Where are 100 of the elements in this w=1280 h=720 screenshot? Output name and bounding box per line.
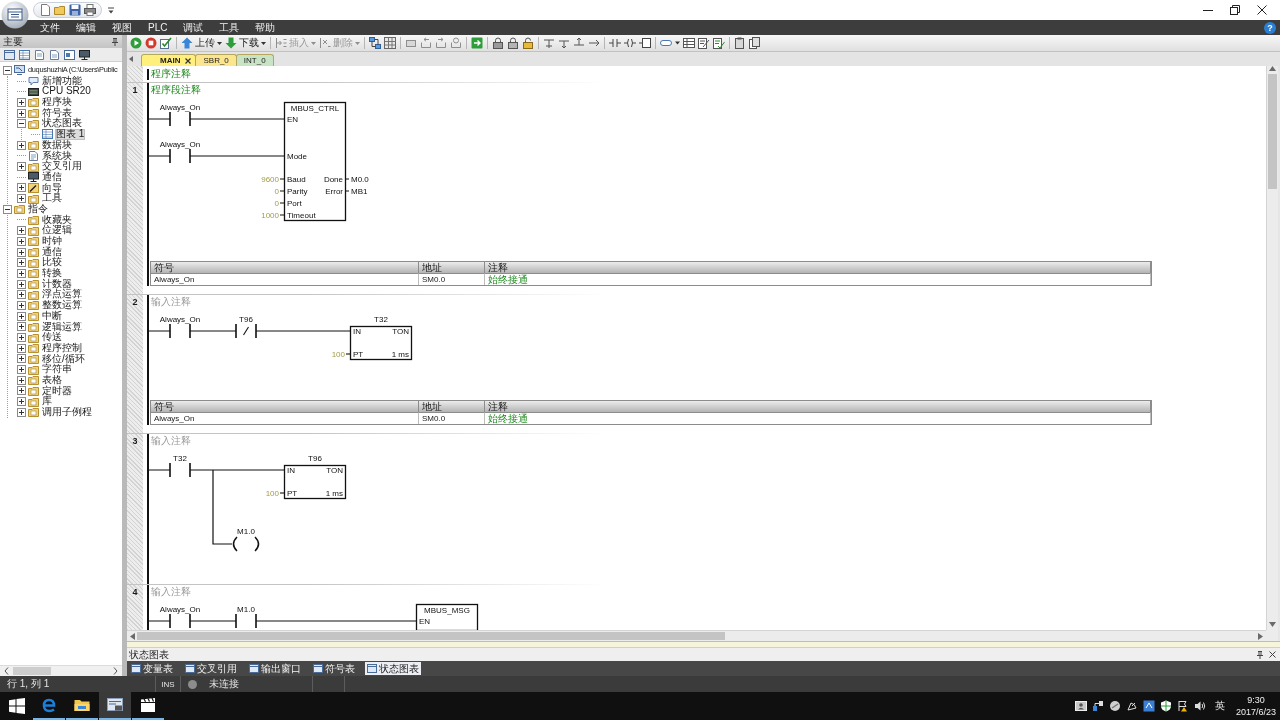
tree-item[interactable]: 向导 bbox=[41, 182, 63, 194]
expand-icon[interactable] bbox=[17, 333, 26, 343]
table-icon[interactable] bbox=[19, 49, 30, 60]
window-icon[interactable] bbox=[64, 49, 75, 60]
rectangle-icon[interactable] bbox=[405, 37, 417, 49]
panel-tab[interactable]: 符号表 bbox=[311, 662, 357, 675]
panel-tab[interactable]: 状态图表 bbox=[365, 662, 421, 675]
tag-icon[interactable] bbox=[660, 37, 672, 49]
shield-icon[interactable] bbox=[1159, 700, 1172, 712]
monitor-icon[interactable] bbox=[79, 49, 90, 60]
menu-item[interactable]: 编辑 bbox=[76, 20, 96, 35]
chevron-left-icon[interactable] bbox=[4, 667, 9, 675]
tree-item[interactable]: 整数运算 bbox=[41, 300, 83, 311]
printer-icon[interactable] bbox=[84, 4, 96, 16]
tree-item[interactable]: 工具 bbox=[41, 193, 63, 204]
tree-item[interactable]: 数据块 bbox=[41, 139, 73, 151]
coil-icon[interactable] bbox=[624, 37, 636, 49]
document-icon[interactable] bbox=[39, 4, 51, 16]
caret-icon[interactable] bbox=[108, 6, 114, 14]
expand-icon[interactable] bbox=[17, 300, 26, 310]
expand-icon[interactable] bbox=[17, 194, 26, 204]
input-language[interactable]: 英 bbox=[1214, 699, 1225, 713]
tree-item[interactable]: 通信 bbox=[41, 246, 63, 258]
people-icon[interactable] bbox=[1074, 700, 1087, 712]
tree-item[interactable]: 计数器 bbox=[41, 278, 73, 290]
menu-item[interactable]: 文件 bbox=[40, 20, 60, 35]
play-icon[interactable] bbox=[130, 37, 142, 49]
expand-icon[interactable] bbox=[17, 236, 26, 246]
taskbar-button[interactable] bbox=[99, 692, 131, 720]
expand-icon[interactable] bbox=[17, 386, 26, 396]
menu-item[interactable]: PLC bbox=[148, 20, 168, 35]
lock-icon[interactable] bbox=[522, 37, 534, 49]
editor-tab[interactable]: INT_0 bbox=[235, 54, 274, 66]
expand-icon[interactable] bbox=[17, 311, 26, 321]
tree-item[interactable]: 程序控制 bbox=[41, 342, 83, 354]
expand-icon[interactable] bbox=[17, 290, 26, 300]
disc-icon[interactable] bbox=[1108, 700, 1121, 712]
download-button[interactable]: 下载 bbox=[225, 37, 266, 49]
close-icon[interactable] bbox=[1257, 5, 1267, 15]
scroll-down-icon[interactable] bbox=[1269, 622, 1276, 627]
expand-icon[interactable] bbox=[17, 140, 26, 150]
tree-item[interactable]: 交叉引用 bbox=[41, 161, 83, 172]
help-button[interactable]: ? bbox=[1264, 21, 1276, 34]
expand-icon[interactable] bbox=[17, 183, 26, 193]
close-icon[interactable] bbox=[1269, 651, 1276, 658]
editor-tab[interactable]: MAIN bbox=[141, 54, 197, 66]
lock-icon[interactable] bbox=[492, 37, 504, 49]
tree-item[interactable]: CPU SR20 bbox=[41, 86, 92, 98]
comment-field[interactable]: 程序段注释 bbox=[151, 84, 201, 96]
tree-item[interactable]: 收藏夹 bbox=[41, 214, 73, 226]
down-line-icon[interactable] bbox=[558, 37, 570, 49]
tree-item[interactable]: 符号表 bbox=[41, 107, 73, 119]
expand-icon[interactable] bbox=[17, 108, 26, 118]
tree-item[interactable]: 指令 bbox=[27, 203, 49, 215]
stop-icon[interactable] bbox=[145, 37, 157, 49]
app-orb-icon[interactable] bbox=[1, 1, 29, 29]
start-icon[interactable] bbox=[8, 698, 25, 714]
menu-item[interactable]: 帮助 bbox=[255, 20, 276, 35]
tray-right-arrow-icon[interactable] bbox=[435, 37, 447, 49]
panel-tab[interactable]: 变量表 bbox=[129, 662, 175, 675]
left-arrow-icon[interactable] bbox=[129, 56, 133, 62]
expand-icon[interactable] bbox=[17, 268, 26, 278]
network-icon[interactable] bbox=[369, 37, 381, 49]
tree-item[interactable]: 调用子例程 bbox=[41, 407, 93, 418]
enter-arrow-icon[interactable] bbox=[471, 37, 483, 49]
tree-item[interactable]: 图表 1 bbox=[55, 129, 86, 140]
volume-icon[interactable] bbox=[1193, 700, 1206, 712]
scrollbar-thumb[interactable] bbox=[1268, 74, 1277, 189]
close-icon[interactable] bbox=[185, 57, 192, 64]
scrollbar-thumb[interactable] bbox=[137, 632, 725, 640]
tree-item[interactable]: 系统块 bbox=[41, 150, 73, 162]
restore-icon[interactable] bbox=[1230, 5, 1240, 15]
tree-item[interactable]: 程序块 bbox=[41, 97, 73, 108]
tree-item[interactable]: 转换 bbox=[41, 268, 63, 279]
document-icon[interactable] bbox=[49, 49, 60, 60]
collapse-icon[interactable] bbox=[3, 204, 12, 214]
expand-icon[interactable] bbox=[17, 365, 26, 375]
panel-tab[interactable]: 交叉引用 bbox=[183, 662, 239, 675]
expand-icon[interactable] bbox=[17, 162, 26, 172]
editor-tab[interactable]: SBR_0 bbox=[195, 54, 237, 66]
tree-item[interactable]: 逻辑运算 bbox=[41, 321, 83, 333]
box-icon[interactable] bbox=[639, 37, 651, 49]
window-icon[interactable] bbox=[4, 49, 15, 60]
panel-tab[interactable]: 输出窗口 bbox=[247, 662, 303, 675]
expand-icon[interactable] bbox=[17, 343, 26, 353]
upload-button[interactable]: 上传 bbox=[181, 37, 222, 49]
vertical-scrollbar[interactable] bbox=[1266, 66, 1278, 630]
network-icon[interactable] bbox=[1091, 700, 1104, 712]
pin-icon[interactable] bbox=[111, 37, 119, 46]
tree-item[interactable]: 状态图表 bbox=[41, 118, 83, 130]
tree-item[interactable]: 中断 bbox=[41, 310, 63, 322]
collapse-icon[interactable] bbox=[3, 65, 12, 75]
tray-circle-icon[interactable] bbox=[450, 37, 462, 49]
tree-item[interactable]: 比较 bbox=[41, 257, 63, 269]
tree-item[interactable]: 移位/循环 bbox=[41, 353, 86, 365]
horizontal-scrollbar[interactable] bbox=[127, 630, 1266, 641]
expand-icon[interactable] bbox=[17, 322, 26, 332]
program-comment-field[interactable]: 程序注释 bbox=[149, 68, 1266, 80]
expand-icon[interactable] bbox=[17, 279, 26, 289]
clipboard-icon[interactable] bbox=[734, 37, 746, 49]
